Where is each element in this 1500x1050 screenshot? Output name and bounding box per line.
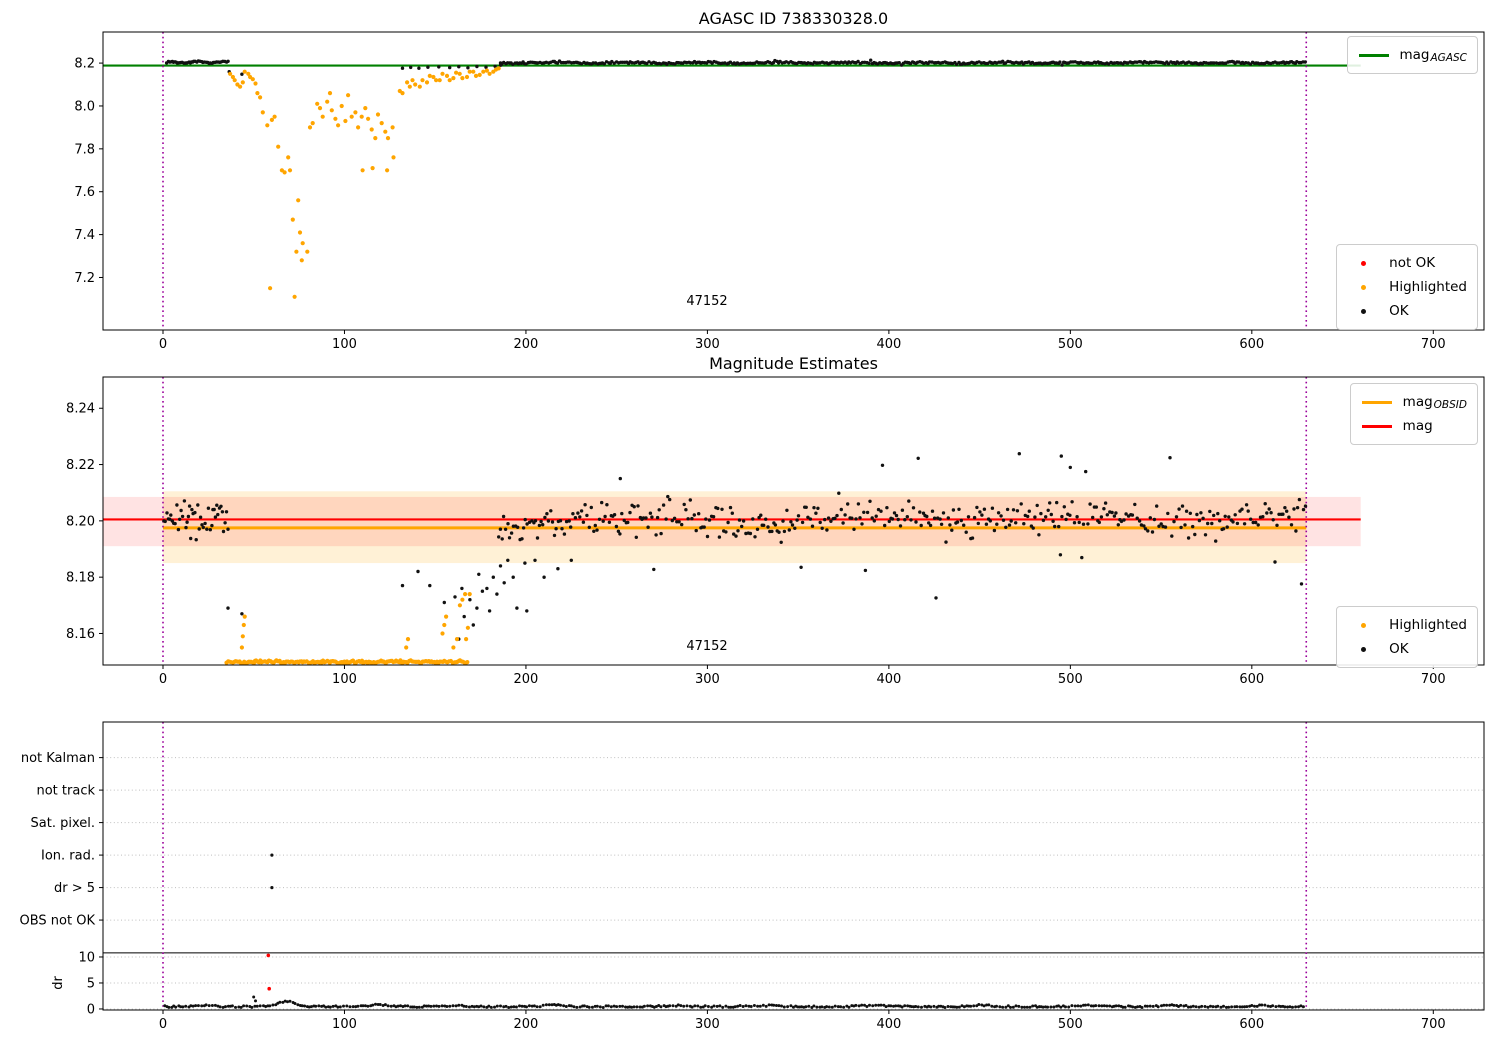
x-tick-label: 700 [1421, 672, 1446, 687]
highlighted-risers [239, 592, 472, 650]
dr-curve [163, 999, 1305, 1009]
y-tick-label: 8.18 [66, 571, 95, 586]
highlighted-bottom-row [224, 658, 470, 665]
y-tick-label: 8.24 [66, 402, 95, 417]
chart-canvas: 0 100 200 300 400 500 600 7007.27.47.67.88.08.2… [20, 31, 1485, 1032]
red-line-swatch [1360, 424, 1394, 428]
x-tick-label: 500 [1058, 672, 1083, 687]
y-tick-label: 8.16 [66, 627, 95, 642]
x-tick-label: 0 [159, 337, 167, 352]
black-dot-swatch [1346, 646, 1380, 652]
y-tick-label: 7.8 [74, 142, 95, 157]
middle-marker-legend: Highlighted OK [1336, 606, 1478, 668]
legend-item: Highlighted [1346, 613, 1467, 637]
legend-label: mag [1402, 417, 1433, 434]
flag-ion-rad [270, 853, 274, 857]
x-tick-label: 700 [1421, 1017, 1446, 1032]
category-label: OBS not OK [20, 914, 96, 929]
legend-label: OK [1389, 303, 1409, 319]
orange-dot-swatch [1346, 622, 1380, 628]
legend-label: not OK [1389, 255, 1436, 271]
category-label: not track [36, 784, 95, 799]
ok-left-run [164, 59, 230, 66]
x-tick-label: 0 [159, 672, 167, 687]
axes-frame [102, 31, 1485, 331]
y-tick-label: 8.22 [66, 458, 95, 473]
x-tick-label: 600 [1239, 672, 1264, 687]
y-tick-label: 8.0 [74, 99, 95, 114]
legend-item: magAGASC [1357, 43, 1468, 67]
legend-label: Highlighted [1389, 617, 1467, 633]
x-tick-label: 300 [695, 1017, 720, 1032]
x-tick-label: 500 [1058, 337, 1083, 352]
legend-label: Highlighted [1389, 279, 1467, 295]
top-plot-title: AGASC ID 738330328.0 [698, 9, 889, 28]
category-label: Sat. pixel. [31, 816, 95, 831]
orange-line-swatch [1360, 400, 1394, 404]
highlighted-points [228, 66, 501, 299]
legend-item: OK [1346, 637, 1467, 661]
black-dot-swatch [1346, 308, 1380, 314]
legend-item: OK [1346, 299, 1467, 323]
category-label: dr > 5 [54, 881, 95, 896]
axes-frame [102, 721, 1485, 1011]
x-tick-label: 300 [695, 337, 720, 352]
middle-plot-obsid-annotation: 47152 [686, 639, 728, 654]
legend-item: Highlighted [1346, 275, 1467, 299]
x-tick-label: 300 [695, 672, 720, 687]
x-tick-label: 400 [876, 672, 901, 687]
x-tick-label: 400 [876, 1017, 901, 1032]
category-label: Ion. rad. [41, 849, 95, 864]
legend-label: OK [1389, 641, 1409, 657]
top-marker-legend: not OK Highlighted OK [1336, 244, 1478, 330]
not-ok-points [266, 953, 272, 991]
dr-tick-label: 0 [87, 1002, 95, 1017]
x-tick-label: 600 [1239, 337, 1264, 352]
x-tick-label: 200 [514, 337, 539, 352]
category-label: not Kalman [21, 751, 95, 766]
y-tick-label: 8.2 [74, 57, 95, 72]
orange-dot-swatch [1346, 284, 1380, 290]
legend-item: not OK [1346, 251, 1467, 275]
figure: 0 100 200 300 400 500 600 700 7.2 7.4 7.6 7.8 8.0 8.2… [0, 0, 1500, 1050]
x-tick-label: 400 [876, 337, 901, 352]
legend-item: mag [1360, 414, 1467, 438]
dr-tick-label: 10 [78, 950, 95, 965]
dr-black-outliers [252, 995, 257, 1003]
dr-axis-label: dr [51, 976, 66, 990]
red-dot-swatch [1346, 260, 1380, 266]
x-tick-label: 100 [332, 337, 357, 352]
x-tick-label: 100 [332, 1017, 357, 1032]
top-plot-obsid-annotation: 47152 [686, 294, 728, 309]
dr-tick-label: 5 [87, 976, 95, 991]
shaded-band [103, 496, 1361, 547]
middle-plot-title: Magnitude Estimates [709, 354, 878, 373]
agasc-mag-legend: magAGASC [1346, 36, 1478, 74]
x-tick-label: 700 [1421, 337, 1446, 352]
x-tick-label: 500 [1058, 1017, 1083, 1032]
magnitude-estimates-plot: 0 100 200 300 400 500 600 700 8.16 8.18 8.20 8.22 8.… [66, 376, 1485, 687]
legend-item: magOBSID [1360, 390, 1467, 414]
x-tick-label: 200 [514, 1017, 539, 1032]
x-tick-label: 0 [159, 1017, 167, 1032]
flags-plot: 0 100 200 300 400 500 600 700 0 5 10 OBS not OK dr >… [20, 721, 1485, 1032]
x-tick-label: 600 [1239, 1017, 1264, 1032]
mags-plot: 0 100 200 300 400 500 600 700 7.2 7.4 7.6 7.8 8.0 8.2 [74, 31, 1485, 352]
y-tick-label: 7.6 [74, 185, 95, 200]
flag-dr-gt-5 [270, 886, 274, 890]
mag-lines-legend: magOBSID mag [1349, 383, 1478, 445]
x-tick-label: 100 [332, 672, 357, 687]
y-tick-label: 7.4 [74, 228, 95, 243]
y-tick-label: 7.2 [74, 271, 95, 286]
green-line-swatch [1357, 53, 1391, 57]
y-tick-label: 8.20 [66, 514, 95, 529]
legend-label: magOBSID [1402, 393, 1467, 411]
legend-label: magAGASC [1399, 46, 1468, 64]
x-tick-label: 200 [514, 672, 539, 687]
